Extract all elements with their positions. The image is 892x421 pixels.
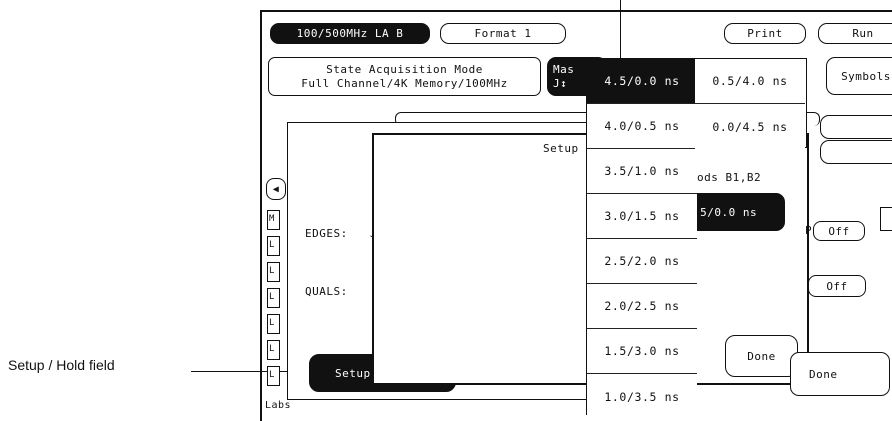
setup-hold-dropdown: 4.5/0.0 ns 4.0/0.5 ns 3.5/1.0 ns 3.0/1.5…	[586, 58, 697, 419]
setup-hold-option[interactable]: 1.5/3.0 ns	[587, 329, 697, 374]
setup-hold-option[interactable]: 4.0/0.5 ns	[587, 104, 697, 149]
screen-frame-top-edge	[260, 10, 892, 12]
background-stub-button-2	[820, 140, 892, 164]
symbols-button[interactable]: Symbols	[826, 57, 892, 95]
labels-footer: Labs	[265, 400, 292, 411]
background-arrow-button[interactable]: ◀	[266, 178, 286, 200]
master-clock-title: Mas	[553, 62, 575, 76]
acquisition-mode-field[interactable]: State Acquisition Mode Full Channel/4K M…	[268, 57, 541, 96]
off-toggle-2[interactable]: Off	[808, 275, 866, 297]
setup-hold-option[interactable]: 2.5/2.0 ns	[587, 239, 697, 284]
setup-hold-option[interactable]: 0.0/4.5 ns	[695, 104, 805, 149]
background-stub-box	[880, 207, 892, 231]
setup-hold-dialog-title: Setup	[543, 142, 579, 155]
format-button[interactable]: Format 1	[440, 23, 566, 44]
label-list-item[interactable]: L	[267, 340, 280, 360]
print-button[interactable]: Print	[724, 23, 806, 44]
off-toggle-1[interactable]: Off	[813, 221, 865, 241]
run-button[interactable]: Run	[818, 23, 892, 44]
master-clock-value: J↕	[553, 76, 568, 90]
label-list-item[interactable]: L	[267, 366, 280, 386]
outer-done-button[interactable]: Done	[790, 352, 890, 396]
setup-hold-option[interactable]: 3.0/1.5 ns	[587, 194, 697, 239]
label-list-item[interactable]: L	[267, 262, 280, 282]
acquisition-mode-title: State Acquisition Mode	[326, 62, 483, 76]
setup-hold-option[interactable]: 2.0/2.5 ns	[587, 284, 697, 329]
setup-hold-value-field[interactable]: .5/0.0 ns	[688, 193, 785, 231]
setup-hold-option[interactable]: 3.5/1.0 ns	[587, 149, 697, 194]
callout-label: Setup / Hold field	[8, 357, 115, 373]
setup-hold-option[interactable]: 4.5/0.0 ns	[587, 59, 697, 104]
setup-hold-dropdown-right-column: 0.5/4.0 ns 0.0/4.5 ns	[695, 58, 807, 149]
quals-label: QUALS:	[305, 285, 348, 298]
top-pointer-line	[620, 0, 621, 60]
dialog-done-button[interactable]: Done	[725, 335, 798, 377]
analyzer-select-button[interactable]: 100/500MHz LA B	[270, 23, 430, 44]
pods-label: ods B1,B2	[697, 171, 762, 184]
setup-hold-option[interactable]: 0.5/4.0 ns	[695, 59, 805, 104]
background-stub-button-1	[820, 115, 892, 139]
label-list-item[interactable]: L	[267, 314, 280, 334]
label-list-item[interactable]: L	[267, 288, 280, 308]
p-label: P	[805, 224, 813, 237]
label-list-item[interactable]: L	[267, 236, 280, 256]
setup-hold-option[interactable]: 1.0/3.5 ns	[587, 374, 697, 419]
acquisition-mode-detail: Full Channel/4K Memory/100MHz	[301, 76, 508, 90]
setup-hold-field-label: Setup	[335, 366, 371, 380]
screen-frame-left-edge	[260, 10, 262, 421]
label-list-item[interactable]: M	[267, 210, 280, 230]
edges-label: EDGES:	[305, 227, 348, 240]
